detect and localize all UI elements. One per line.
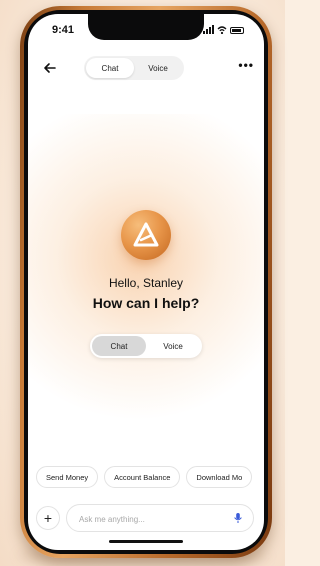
microphone-icon[interactable] <box>232 512 244 524</box>
battery-icon <box>230 27 244 34</box>
status-icons <box>203 25 244 34</box>
suggestion-chips: Send Money Account Balance Download Mo <box>36 466 253 488</box>
header-mode-toggle: Chat Voice <box>84 56 184 80</box>
notch <box>88 14 204 40</box>
home-indicator <box>109 540 183 543</box>
headline-text: How can I help? <box>92 295 200 311</box>
message-input[interactable] <box>77 505 221 533</box>
background-glow <box>28 114 264 434</box>
suggestion-download[interactable]: Download Mo <box>186 466 253 488</box>
mode-tab-voice[interactable]: Voice <box>146 336 200 356</box>
suggestion-account-balance[interactable]: Account Balance <box>104 466 181 488</box>
mode-tab-chat[interactable]: Chat <box>92 336 146 356</box>
logo-mark-icon <box>133 222 159 247</box>
status-time: 9:41 <box>52 24 75 36</box>
phone-frame: 9:41 Chat Voice ••• Hello, Stanley How c… <box>20 6 272 558</box>
signal-icon <box>203 25 214 34</box>
add-attachment-button[interactable]: + <box>36 506 60 530</box>
message-composer <box>66 504 254 533</box>
phone-screen: 9:41 Chat Voice ••• Hello, Stanley How c… <box>28 14 264 550</box>
more-options-button[interactable]: ••• <box>238 58 254 72</box>
wifi-icon <box>217 26 227 34</box>
header-tab-chat[interactable]: Chat <box>86 58 134 78</box>
brand-logo-icon <box>121 210 171 260</box>
header-tab-voice[interactable]: Voice <box>134 58 182 78</box>
mode-toggle: Chat Voice <box>90 334 202 358</box>
suggestion-send-money[interactable]: Send Money <box>36 466 99 488</box>
back-arrow-icon[interactable] <box>40 58 60 78</box>
greeting-text: Hello, Stanley <box>108 276 184 290</box>
